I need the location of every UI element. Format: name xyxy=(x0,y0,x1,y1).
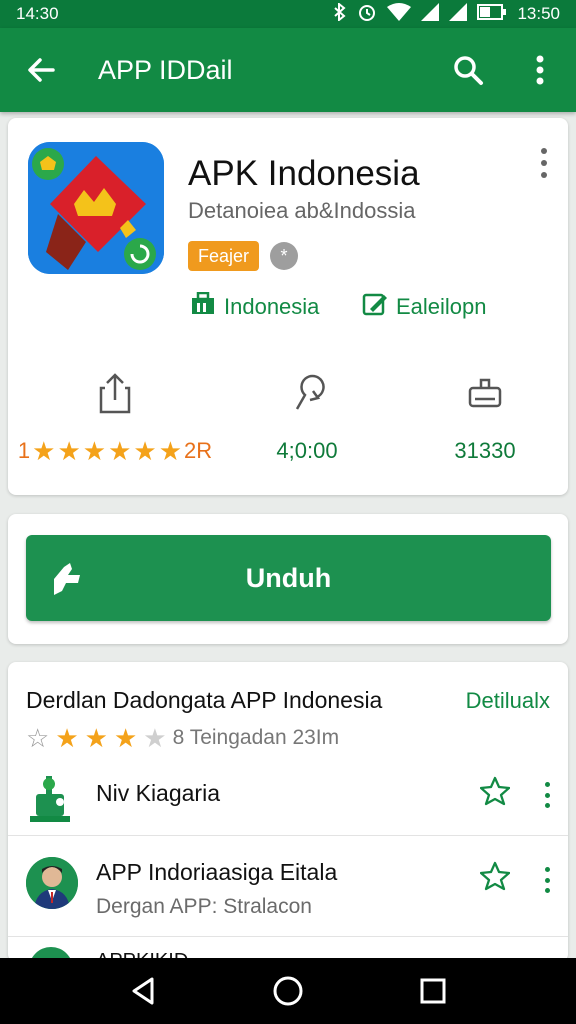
more-vert-icon[interactable] xyxy=(542,782,552,808)
download-hand-icon xyxy=(50,561,84,602)
stat-rating[interactable]: 1 ★ ★ ★ ★ ★ ★ 2R xyxy=(18,370,212,466)
avatar-icon xyxy=(26,857,78,909)
meta-country[interactable]: Indonesia xyxy=(190,291,320,322)
downloads-value: 4;0:00 xyxy=(276,438,338,463)
star-icon: ★ xyxy=(158,436,182,466)
search-icon[interactable] xyxy=(432,28,504,112)
status-time-left: 14:30 xyxy=(16,4,59,23)
meta-developer-label: Ealeilopn xyxy=(396,294,487,319)
system-nav-bar xyxy=(0,958,576,1024)
favorite-star-icon[interactable] xyxy=(479,861,511,896)
star-icon: ★ xyxy=(108,436,132,466)
star-icon: ★ xyxy=(57,436,81,466)
device-icon xyxy=(392,370,576,416)
home-circle-icon[interactable] xyxy=(258,961,318,1021)
star-icon: ★ xyxy=(133,436,157,466)
more-vert-icon[interactable] xyxy=(538,148,550,178)
more-vert-icon[interactable] xyxy=(504,28,576,112)
star-icon: ★ xyxy=(32,436,56,466)
list-item[interactable]: APP Indoriaasiga Eitala Dergan APP: Stra… xyxy=(8,837,568,937)
install-button[interactable]: Unduh xyxy=(26,535,551,621)
edit-icon xyxy=(362,292,388,322)
back-arrow-icon[interactable] xyxy=(0,28,82,112)
section-title: Derdlan Dadongata APP Indonesia xyxy=(26,687,383,713)
details-link[interactable]: Detilualx xyxy=(466,688,550,714)
section-rating: ☆ ★ ★ ★ ★ 8 Teingadan 23Im xyxy=(26,725,339,751)
stat-size[interactable]: 31330 xyxy=(392,370,576,464)
category-badge[interactable]: Feajer xyxy=(188,241,260,271)
app-logo-icon xyxy=(28,142,164,274)
secondary-badge[interactable]: * xyxy=(270,242,298,270)
favorite-star-icon[interactable] xyxy=(479,776,511,811)
list-item-title: Niv Kiagaria xyxy=(96,780,220,806)
meta-country-label: Indonesia xyxy=(224,294,320,319)
star-icon: ★ xyxy=(55,723,79,753)
battery-icon xyxy=(477,3,507,26)
more-vert-icon[interactable] xyxy=(542,867,552,893)
star-icon: ★ xyxy=(82,436,107,466)
list-item-title: APP Indoriaasiga Eitala xyxy=(96,859,338,885)
related-section-card: Derdlan Dadongata APP Indonesia Detilual… xyxy=(8,662,568,962)
rating-prefix: 1 xyxy=(17,438,31,463)
status-time-right: 13:50 xyxy=(517,4,560,23)
section-rating-text: 8 Teingadan 23Im xyxy=(172,726,340,749)
app-bar: APP IDDail xyxy=(0,28,576,112)
bluetooth-icon xyxy=(333,1,347,26)
star-icon: ☆ xyxy=(26,723,50,753)
list-item-subtitle: Dergan APP: Stralacon xyxy=(96,895,312,918)
stat-downloads[interactable]: 4;0:00 xyxy=(214,370,400,464)
size-value: 31330 xyxy=(454,438,516,463)
wifi-icon xyxy=(387,2,412,26)
recents-square-icon[interactable] xyxy=(403,961,463,1021)
app-thumb-icon xyxy=(26,772,76,831)
install-card: Unduh xyxy=(8,514,568,644)
alarm-icon xyxy=(357,2,377,27)
star-icon: ★ xyxy=(84,723,108,753)
signal-icon xyxy=(449,2,468,26)
app-info-card: APK Indonesia Detanoiea ab&Indossia Feaj… xyxy=(8,118,568,495)
rating-suffix: 2R xyxy=(184,438,213,463)
signal-icon xyxy=(421,2,440,26)
store-icon xyxy=(190,291,216,322)
app-bar-title: APP IDDail xyxy=(98,54,233,85)
share-icon xyxy=(22,370,208,416)
install-button-label: Unduh xyxy=(245,562,332,593)
star-icon: ★ xyxy=(113,723,138,753)
star-icon: ★ xyxy=(143,723,167,753)
status-bar: 14:30 13:50 xyxy=(0,0,576,28)
meta-developer[interactable]: Ealeilopn xyxy=(362,292,487,322)
app-name: APK Indonesia xyxy=(188,154,420,193)
rating-stars: 1 ★ ★ ★ ★ ★ ★ 2R xyxy=(18,436,212,466)
list-item[interactable]: Niv Kiagaria xyxy=(8,762,568,836)
back-triangle-icon[interactable] xyxy=(113,961,173,1021)
refresh-icon xyxy=(214,370,400,416)
app-subtitle: Detanoiea ab&Indossia xyxy=(188,198,416,223)
